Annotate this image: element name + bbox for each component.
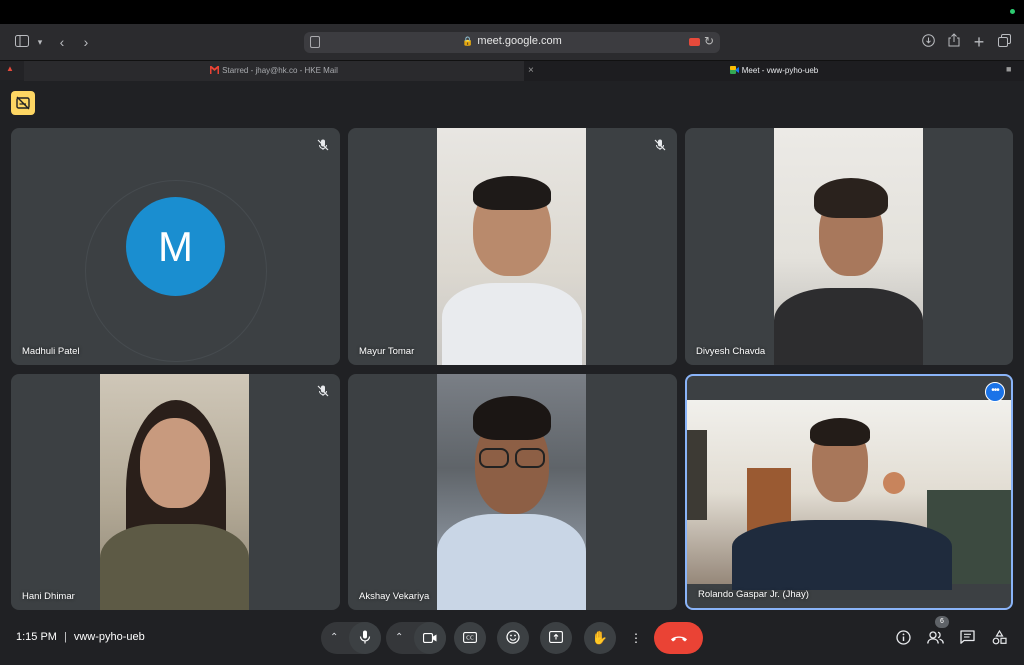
current-time: 1:15 PM xyxy=(16,631,57,643)
participant-name: Mayur Tomar xyxy=(359,346,415,357)
reactions-button[interactable] xyxy=(497,622,529,654)
present-screen-button[interactable] xyxy=(540,622,572,654)
mic-off-icon xyxy=(651,136,669,154)
meeting-code: vww-pyho-ueb xyxy=(73,631,145,643)
participant-count-badge: 6 xyxy=(935,616,949,628)
url-text: meet.google.com xyxy=(477,35,562,47)
emoji-icon xyxy=(497,622,529,654)
more-vert-icon: ⋮ xyxy=(630,631,642,645)
participant-name: Divyesh Chavda xyxy=(696,346,766,357)
chat-button[interactable] xyxy=(954,624,980,650)
participant-video xyxy=(437,128,586,365)
close-tab-icon[interactable]: × xyxy=(528,61,534,81)
participant-tile[interactable]: Divyesh Chavda xyxy=(685,128,1013,365)
activities-button[interactable] xyxy=(986,624,1012,650)
back-arrow-icon[interactable]: ‹ xyxy=(52,32,72,52)
raise-hand-button[interactable]: ✋ xyxy=(584,622,616,654)
captions-button[interactable]: CC xyxy=(454,622,486,654)
address-bar[interactable]: 🔒 meet.google.com ↻ xyxy=(304,32,720,53)
system-menu-bar xyxy=(0,0,1024,24)
forward-arrow-icon[interactable]: › xyxy=(76,32,96,52)
svg-text:CC: CC xyxy=(466,636,474,642)
meet-favicon-icon xyxy=(729,62,739,74)
tab-bar: Starred - jhay@hk.co - HKE Mail Meet - v… xyxy=(0,60,1024,81)
sidebar-toggle-icon[interactable] xyxy=(12,32,32,52)
lock-icon: 🔒 xyxy=(462,36,474,46)
camera-in-use-icon[interactable] xyxy=(689,38,700,46)
mic-off-icon xyxy=(314,136,332,154)
avatar: M xyxy=(126,197,225,296)
meeting-details-button[interactable] xyxy=(890,624,916,650)
camera-tab-icon[interactable]: ■ xyxy=(1006,64,1018,74)
more-options-button[interactable]: ••• xyxy=(985,382,1005,402)
chevron-up-icon[interactable]: ⌃ xyxy=(395,622,403,654)
download-icon[interactable] xyxy=(918,32,938,52)
separator: | xyxy=(63,631,67,643)
tab-meet[interactable]: Meet - vww-pyho-ueb xyxy=(524,61,1024,81)
tab-mail-label: Starred - jhay@hk.co - HKE Mail xyxy=(222,66,338,75)
new-tab-icon[interactable]: + xyxy=(969,32,989,52)
hand-icon: ✋ xyxy=(591,630,609,645)
captions-off-badge[interactable] xyxy=(11,91,35,115)
participant-tile[interactable]: Akshay Vekariya xyxy=(348,374,677,610)
reload-icon[interactable]: ↻ xyxy=(704,34,714,48)
status-dot xyxy=(1010,9,1015,14)
extension-icon[interactable]: ▲ xyxy=(6,64,18,74)
tab-mail[interactable]: Starred - jhay@hk.co - HKE Mail xyxy=(24,61,524,81)
participant-video xyxy=(100,374,249,610)
mic-off-icon xyxy=(314,382,332,400)
leave-call-button[interactable] xyxy=(654,622,703,654)
tab-meet-label: Meet - vww-pyho-ueb xyxy=(741,66,819,75)
participant-name: Akshay Vekariya xyxy=(359,591,430,602)
camera-control-group: ⌃ xyxy=(386,622,446,654)
tab-overview-icon[interactable] xyxy=(994,32,1014,52)
participant-video xyxy=(687,400,1011,590)
share-icon[interactable] xyxy=(944,32,964,52)
participant-video xyxy=(437,374,586,610)
participant-video xyxy=(774,128,923,365)
more-options-menu-button[interactable]: ⋮ xyxy=(627,622,645,654)
participant-tile[interactable]: M Madhuli Patel xyxy=(11,128,340,365)
participant-tile-active[interactable]: ••• Rolando Gaspar Jr. (Jhay) xyxy=(685,374,1013,610)
chevron-down-icon[interactable]: ▾ xyxy=(30,32,50,52)
mail-favicon-icon xyxy=(210,62,220,74)
microphone-button[interactable] xyxy=(349,622,381,654)
mic-control-group: ⌃ xyxy=(321,622,381,654)
camera-button[interactable] xyxy=(414,622,446,654)
participant-tile[interactable]: Mayur Tomar xyxy=(348,128,677,365)
participant-tile[interactable]: Hani Dhimar xyxy=(11,374,340,610)
present-icon xyxy=(540,622,572,654)
participant-name: Madhuli Patel xyxy=(22,346,80,357)
captions-icon: CC xyxy=(454,622,486,654)
meeting-controls-bar: 1:15 PM | vww-pyho-ueb ⌃ ⌃ CC ✋ ⋮ xyxy=(0,617,1024,665)
participant-name: Rolando Gaspar Jr. (Jhay) xyxy=(698,589,809,600)
participant-name: Hani Dhimar xyxy=(22,591,75,602)
meeting-info: 1:15 PM | vww-pyho-ueb xyxy=(16,631,145,643)
chevron-up-icon[interactable]: ⌃ xyxy=(330,622,338,654)
